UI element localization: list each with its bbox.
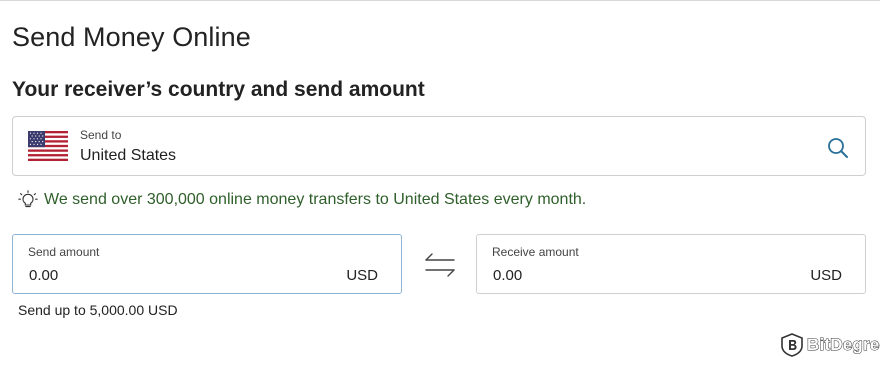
receive-amount-label: Receive amount [492, 245, 579, 259]
receive-amount-input[interactable]: 0.00 [493, 267, 522, 284]
send-currency: USD [346, 267, 378, 284]
send-amount-label: Send amount [28, 245, 100, 259]
receive-amount-field[interactable]: Receive amount 0.00 USD [476, 234, 866, 294]
search-icon[interactable] [827, 137, 849, 159]
country-selector[interactable]: Send to United States [12, 116, 866, 176]
bitdegree-logo-icon [781, 333, 803, 357]
page-title: Send Money Online [12, 22, 251, 52]
send-limit-text: Send up to 5,000.00 USD [18, 302, 178, 318]
lightbulb-icon [18, 190, 38, 208]
swap-arrows-icon[interactable] [424, 250, 456, 280]
send-to-value[interactable]: United States [80, 147, 176, 165]
send-amount-field[interactable]: Send amount 0.00 USD [12, 234, 402, 294]
info-text: We send over 300,000 online money transf… [44, 191, 587, 208]
send-amount-input[interactable]: 0.00 [29, 267, 58, 284]
us-flag-icon [28, 131, 68, 161]
send-to-label: Send to [80, 128, 122, 142]
receive-currency: USD [810, 267, 842, 284]
watermark-text: BitDegree [806, 335, 880, 355]
section-title: Your receiver’s country and send amount [12, 78, 425, 101]
bitdegree-watermark: BitDegree [781, 333, 880, 357]
top-divider [0, 0, 880, 1]
info-banner: We send over 300,000 online money transf… [18, 189, 586, 211]
